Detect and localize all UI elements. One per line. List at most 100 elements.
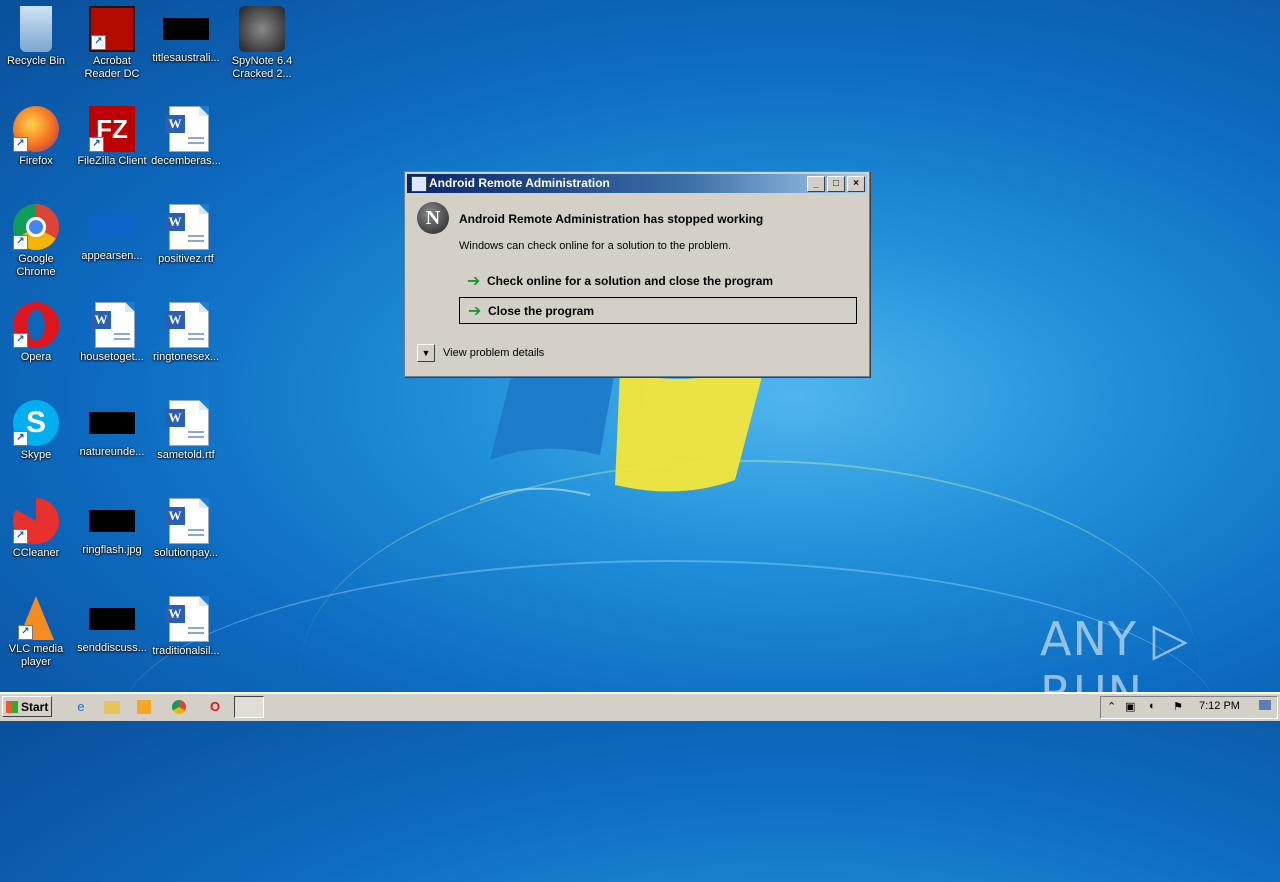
icon-label: senddiscuss... [77, 642, 147, 654]
desktop-icon-spynote[interactable]: SpyNote 6.4 Cracked 2... [224, 6, 300, 81]
desktop-icon-ringflash[interactable]: ringflash.jpg [74, 498, 150, 557]
green-arrow-icon: ➔ [468, 303, 482, 320]
word-doc-icon: W [163, 106, 209, 152]
icon-label: traditionalsil... [152, 645, 220, 657]
icon-label: Opera [20, 351, 52, 363]
black-file-icon [163, 18, 209, 40]
app-icon: N [417, 202, 449, 234]
show-desktop-icon[interactable] [1259, 700, 1271, 710]
explorer-icon[interactable] [104, 701, 120, 714]
desktop-icon-solutionpay[interactable]: W solutionpay... [148, 498, 224, 560]
desktop-icon-recycle-bin[interactable]: Recycle Bin [0, 6, 74, 68]
black-file-icon [89, 412, 135, 434]
error-dialog: Android Remote Administration _ □ × N An… [404, 171, 870, 377]
option-label: Check online for a solution and close th… [487, 274, 774, 288]
volume-icon[interactable]: ◐ [1149, 700, 1156, 712]
desktop-icon-sametold[interactable]: W sametold.rtf [148, 400, 224, 462]
desktop-icon-skype[interactable]: S ↗ Skype [0, 400, 74, 462]
word-doc-icon: W [89, 302, 135, 348]
clock[interactable]: 7:12 PM [1199, 700, 1240, 712]
word-doc-icon: W [163, 302, 209, 348]
icon-label: Reader DC [84, 68, 140, 80]
desktop-icon-housetoget[interactable]: W housetoget... [74, 302, 150, 364]
spynote-icon [239, 6, 285, 52]
network-icon[interactable]: ▣ [1125, 700, 1135, 713]
skype-icon: S ↗ [13, 400, 59, 446]
action-center-flag-icon[interactable]: ⚑ [1173, 700, 1183, 713]
icon-label: Cracked 2... [232, 68, 292, 80]
desktop-icon-acrobat[interactable]: ↗ Acrobat Reader DC [74, 6, 150, 81]
desktop-icon-natureunde[interactable]: natureunde... [74, 400, 150, 459]
desktop-icon-decemberas[interactable]: W decemberas... [148, 106, 224, 168]
view-problem-details[interactable]: ▼ View problem details [417, 344, 544, 363]
icon-label: SpyNote 6.4 [231, 55, 293, 67]
desktop-icon-senddiscuss[interactable]: senddiscuss... [74, 596, 150, 655]
option-label: Close the program [488, 304, 595, 318]
chrome-icon: ↗ [13, 204, 59, 250]
desktop-icon-vlc[interactable]: ↗ VLC media player [0, 596, 74, 669]
ie-icon[interactable]: e [72, 698, 90, 716]
chevron-down-icon[interactable]: ▼ [417, 344, 435, 363]
icon-label: positivez.rtf [158, 253, 214, 265]
ccleaner-icon: ↗ [13, 498, 59, 544]
icon-label: decemberas... [151, 155, 221, 167]
desktop-icon-traditionalsil[interactable]: W traditionalsil... [148, 596, 224, 658]
start-button[interactable]: Start [2, 696, 52, 717]
minimize-button[interactable]: _ [807, 176, 825, 192]
black-file-icon [89, 608, 135, 630]
icon-label: solutionpay... [153, 547, 218, 559]
check-online-option[interactable]: ➔ Check online for a solution and close … [459, 268, 857, 295]
dialog-subtext: Windows can check online for a solution … [459, 240, 732, 252]
opera-taskbar-icon[interactable]: O [206, 698, 224, 716]
media-player-icon[interactable] [137, 700, 151, 714]
desktop-icon-appearsen[interactable]: appearsen... [74, 204, 150, 263]
show-hidden-icons-icon[interactable]: ⌃ [1107, 700, 1116, 713]
desktop-icon-titlesaustrali[interactable]: titlesaustrali... [148, 6, 224, 65]
window-controls: _ □ × [807, 176, 865, 192]
blue-file-icon [89, 216, 135, 238]
dialog-title: Android Remote Administration [429, 176, 610, 190]
desktop-icon-opera[interactable]: ↗ Opera [0, 302, 74, 364]
opera-icon: ↗ [13, 302, 59, 348]
close-button[interactable]: × [847, 176, 865, 192]
icon-label: player [21, 656, 51, 668]
icon-label: Chrome [16, 266, 56, 278]
desktop-icon-filezilla[interactable]: FZ ↗ FileZilla Client [74, 106, 150, 168]
word-doc-icon: W [163, 400, 209, 446]
icon-label: titlesaustrali... [152, 52, 220, 64]
dialog-heading: Android Remote Administration has stoppe… [459, 212, 764, 226]
icon-label: CCleaner [12, 547, 60, 559]
icon-label: Firefox [19, 155, 53, 167]
close-program-option[interactable]: ➔ Close the program [459, 297, 857, 324]
icon-label: housetoget... [80, 351, 144, 363]
icon-label: VLC media [8, 643, 64, 655]
dialog-titlebar[interactable]: Android Remote Administration _ □ × [407, 174, 867, 193]
icon-label: ringtonesex... [152, 351, 220, 363]
desktop-icon-positivez[interactable]: W positivez.rtf [148, 204, 224, 266]
recycle-bin-icon [20, 6, 52, 52]
taskbar: Start e O ⌃ ▣ ◐ ⚑ 7:12 PM [0, 692, 1280, 721]
desktop-icon-ringtonesex[interactable]: W ringtonesex... [148, 302, 224, 364]
icon-label: ringflash.jpg [82, 544, 142, 556]
icon-label: sametold.rtf [157, 449, 215, 461]
icon-label: appearsen... [81, 250, 143, 262]
maximize-button[interactable]: □ [827, 176, 845, 192]
black-file-icon [89, 510, 135, 532]
acrobat-icon: ↗ [89, 6, 135, 52]
desktop-icon-ccleaner[interactable]: ↗ CCleaner [0, 498, 74, 560]
word-doc-icon: W [163, 596, 209, 642]
icon-label: natureunde... [79, 446, 145, 458]
desktop-icon-chrome[interactable]: ↗ Google Chrome [0, 204, 74, 279]
icon-label: Skype [20, 449, 52, 461]
green-arrow-icon: ➔ [467, 273, 481, 290]
chrome-taskbar-icon[interactable] [172, 700, 186, 714]
system-tray: ⌃ ▣ ◐ ⚑ 7:12 PM [1100, 696, 1278, 719]
firefox-icon: ↗ [13, 106, 59, 152]
word-doc-icon: W [163, 498, 209, 544]
vlc-icon: ↗ [18, 596, 54, 640]
icon-label: Acrobat [93, 55, 131, 67]
app-taskbar-icon[interactable] [234, 696, 264, 718]
icon-label: Google [18, 253, 54, 265]
icon-label: Recycle Bin [6, 55, 66, 67]
desktop-icon-firefox[interactable]: ↗ Firefox [0, 106, 74, 168]
